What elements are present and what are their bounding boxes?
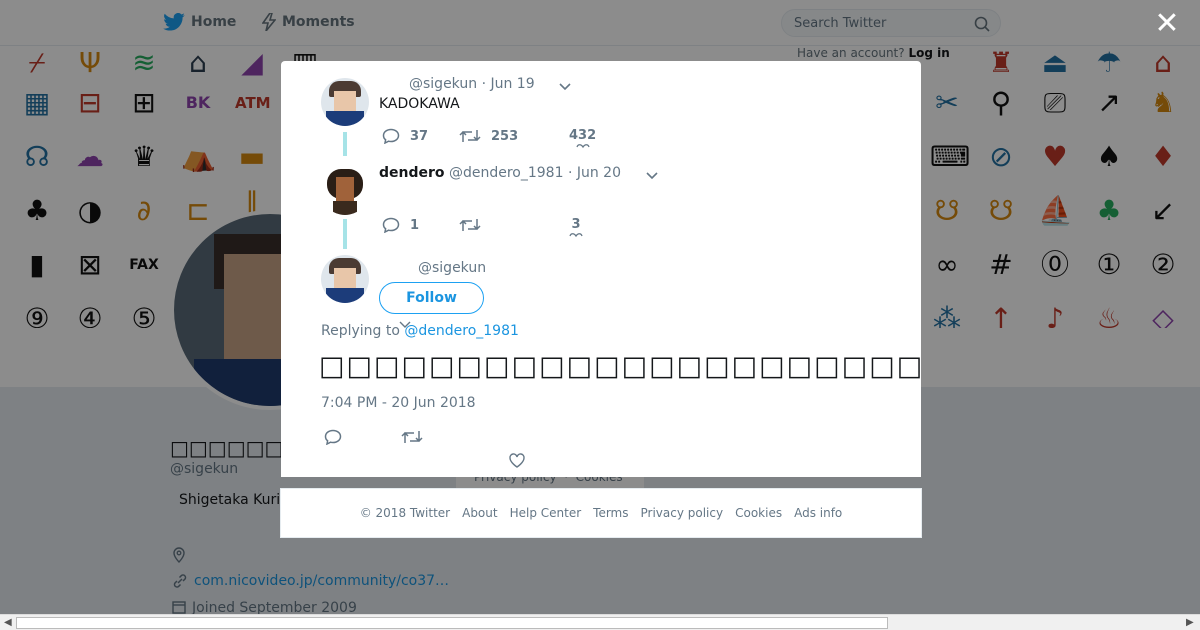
main-tweet-handle[interactable]: @sigekun xyxy=(418,260,486,276)
footer-ads-link[interactable]: Ads info xyxy=(794,506,842,520)
tweet-permalink-modal: @sigekun · Jun 19 KADOKAWA 37 253 432 de… xyxy=(281,61,921,477)
heart-icon xyxy=(575,144,590,149)
close-icon[interactable]: ✕ xyxy=(1154,9,1180,39)
modal-footer: © 2018 Twitter About Help Center Terms P… xyxy=(280,488,922,538)
retweet-icon[interactable] xyxy=(401,429,423,445)
thread-connector-line xyxy=(343,132,347,156)
scrollbar-thumb[interactable] xyxy=(16,617,888,629)
tweet2-avatar[interactable] xyxy=(321,167,369,215)
main-tweet-avatar[interactable] xyxy=(321,255,369,303)
retweet-icon xyxy=(459,130,481,142)
tweet1-like-count: 432 xyxy=(569,128,597,143)
chevron-down-icon[interactable] xyxy=(645,168,659,182)
replying-to-link[interactable]: @dendero_1981 xyxy=(404,323,519,339)
tweet1-retweet-count: 253 xyxy=(491,128,519,144)
tweet2-date[interactable]: · Jun 20 xyxy=(568,165,621,181)
tweet2-handle[interactable]: @dendero_1981 xyxy=(449,165,564,181)
scroll-left-arrow-icon[interactable]: ◀ xyxy=(4,617,12,628)
retweet-icon xyxy=(459,219,481,231)
replying-to: Replying to @dendero_1981 xyxy=(321,323,519,339)
main-tweet-timestamp[interactable]: 7:04 PM - 20 Jun 2018 xyxy=(321,395,476,411)
tweet1-retweet-action[interactable]: 253 xyxy=(459,128,518,144)
tweet1-header: @sigekun · Jun 19 xyxy=(409,76,535,92)
footer-terms-link[interactable]: Terms xyxy=(593,506,628,520)
avatar-face xyxy=(334,268,356,290)
tweet1-like-action[interactable]: 432 xyxy=(569,128,596,149)
tweet2-name[interactable]: dendero xyxy=(379,165,445,181)
avatar-face xyxy=(336,177,354,201)
reply-icon xyxy=(382,128,400,144)
replying-prefix: Replying to xyxy=(321,323,400,339)
tweet2-header: dendero @dendero_1981 · Jun 20 xyxy=(379,165,621,181)
reply-icon xyxy=(382,217,400,233)
follow-button[interactable]: Follow xyxy=(379,282,484,314)
tweet1-date[interactable]: · Jun 19 xyxy=(482,76,535,92)
chevron-down-icon[interactable] xyxy=(558,79,572,93)
tweet2-like-count: 3 xyxy=(571,217,581,232)
tweet1-reply-count: 37 xyxy=(410,128,429,144)
scroll-right-arrow-icon[interactable]: ▶ xyxy=(1186,617,1194,628)
footer-cookies-link[interactable]: Cookies xyxy=(735,506,782,520)
tweet2-like-action[interactable]: 3 xyxy=(569,217,583,238)
tweet2-reply-action[interactable]: 1 xyxy=(382,217,419,233)
thread-connector-line xyxy=(343,219,347,249)
tweet2-retweet-action[interactable] xyxy=(459,217,491,233)
main-tweet-text: □□□□□□□□□□□□□□□□□□□□□□□□□□□□□□□□□□□□□□□□… xyxy=(319,351,921,382)
footer-about-link[interactable]: About xyxy=(462,506,497,520)
horizontal-scrollbar[interactable]: ◀ ▶ xyxy=(0,614,1200,630)
footer-help-link[interactable]: Help Center xyxy=(510,506,582,520)
tweet1-text: KADOKAWA xyxy=(379,96,460,112)
tweet1-avatar[interactable] xyxy=(321,78,369,126)
footer-copyright: © 2018 Twitter xyxy=(359,506,451,520)
avatar-face xyxy=(334,91,356,113)
heart-icon[interactable] xyxy=(509,453,525,468)
tweet2-reply-count: 1 xyxy=(410,217,420,233)
avatar-shirt xyxy=(333,201,357,215)
tweet1-reply-action[interactable]: 37 xyxy=(382,128,428,144)
heart-icon xyxy=(569,233,583,238)
footer-privacy-link[interactable]: Privacy policy xyxy=(641,506,724,520)
avatar-shirt xyxy=(326,111,364,126)
tweet1-handle[interactable]: @sigekun xyxy=(409,76,477,92)
avatar-shirt xyxy=(326,288,364,303)
reply-icon[interactable] xyxy=(324,429,342,445)
